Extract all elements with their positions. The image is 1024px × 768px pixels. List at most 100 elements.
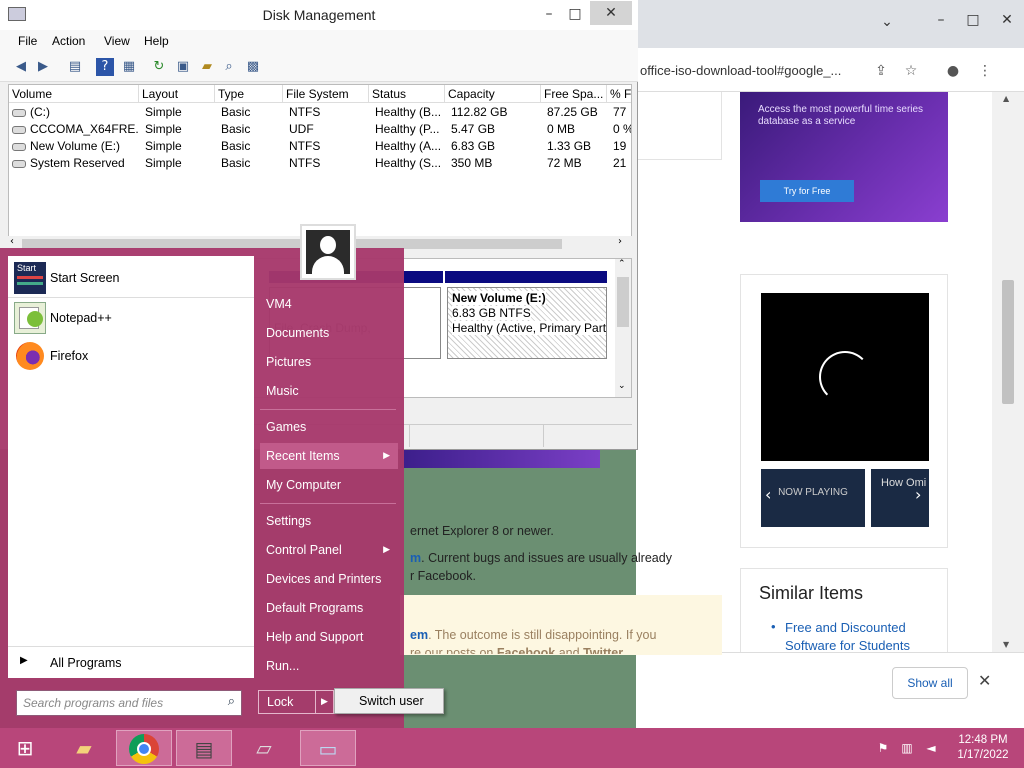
maximize-button[interactable]: □ — [560, 2, 590, 26]
network-icon[interactable]: ▥ — [898, 739, 916, 757]
action-pane-icon[interactable]: ▦ — [120, 58, 138, 76]
profile-icon[interactable]: ● — [942, 60, 964, 82]
start-item-start-screen[interactable]: Start Start Screen — [8, 260, 244, 296]
help-icon[interactable]: ? — [96, 58, 114, 76]
vertical-scrollbar[interactable]: ⌃ ⌄ — [615, 259, 631, 397]
share-icon[interactable]: ⇪ — [870, 60, 892, 82]
video-thumbnail[interactable]: How Omi › — [871, 469, 929, 527]
start-item-label: Firefox — [50, 349, 89, 363]
menu-kebab-icon[interactable]: ⋮ — [974, 60, 996, 82]
settings-icon[interactable]: ▩ — [244, 58, 262, 76]
start-link-user[interactable]: VM4 — [260, 291, 398, 317]
start-link-default-programs[interactable]: Default Programs — [260, 595, 398, 621]
close-button[interactable]: ✕ — [590, 1, 632, 25]
column-header[interactable]: Type — [215, 85, 283, 103]
column-header[interactable]: Layout — [139, 85, 215, 103]
article-link[interactable]: m — [410, 551, 421, 565]
address-bar[interactable]: office-iso-download-tool#google_... ⇪ ☆ … — [636, 48, 1024, 92]
taskbar-disk-management[interactable]: ▤ — [176, 730, 232, 766]
article-text: r Facebook. — [410, 569, 477, 583]
notice-text-span: and — [558, 646, 580, 654]
column-header[interactable]: % F — [607, 85, 631, 103]
close-download-bar-icon[interactable]: ✕ — [978, 671, 991, 690]
start-search-input[interactable]: Search programs and files ⌕ — [16, 690, 242, 716]
taskbar-window[interactable]: ▭ — [300, 730, 356, 766]
cell: 350 MB — [451, 156, 493, 170]
start-link-help-support[interactable]: Help and Support — [260, 624, 398, 650]
column-header[interactable]: Volume — [9, 85, 139, 103]
maximize-button[interactable]: □ — [958, 8, 988, 32]
start-link-games[interactable]: Games — [260, 414, 398, 440]
all-programs-button[interactable]: ▶ All Programs — [8, 646, 254, 676]
scroll-down-icon[interactable]: ⌄ — [618, 381, 626, 391]
start-button[interactable]: ⊞ — [2, 730, 48, 766]
refresh-icon[interactable]: ↻ — [150, 58, 168, 76]
minimize-button[interactable]: – — [926, 8, 956, 32]
start-link-music[interactable]: Music — [260, 378, 398, 404]
start-link-settings[interactable]: Settings — [260, 508, 398, 534]
start-link-devices-printers[interactable]: Devices and Printers — [260, 566, 398, 592]
video-player[interactable] — [761, 293, 929, 461]
column-header[interactable]: Free Spa... — [541, 85, 607, 103]
carousel-prev-icon[interactable]: ‹ — [765, 485, 771, 504]
similar-item-link[interactable]: Free and Discounted Software for Student… — [785, 619, 935, 652]
start-link-my-computer[interactable]: My Computer — [260, 472, 398, 498]
video-thumbnail[interactable]: NOW PLAYING ‹ — [761, 469, 865, 527]
action-center-flag-icon[interactable]: ⚑ — [874, 739, 892, 757]
notice-link[interactable]: Twitter — [583, 646, 623, 654]
menu-help[interactable]: Help — [144, 34, 169, 48]
show-all-button[interactable]: Show all — [892, 667, 968, 699]
scroll-up-icon[interactable]: ⌃ — [618, 259, 626, 269]
column-header[interactable]: File System — [283, 85, 369, 103]
start-link-recent-items[interactable]: Recent Items ▶ — [260, 443, 398, 469]
cell: Basic — [221, 156, 251, 170]
start-link-control-panel[interactable]: Control Panel ▶ — [260, 537, 398, 563]
ad-try-button[interactable]: Try for Free — [760, 180, 854, 202]
scroll-left-icon[interactable]: ‹ — [10, 236, 14, 247]
search-disk-icon[interactable]: ⌕ — [220, 58, 238, 76]
notice-link[interactable]: Facebook — [497, 646, 555, 654]
menu-action[interactable]: Action — [52, 34, 85, 48]
ad-banner[interactable]: Access the most powerful time series dat… — [740, 92, 948, 222]
open-folder-icon[interactable]: ▰ — [198, 58, 216, 76]
console-tree-icon[interactable]: ▤ — [66, 58, 84, 76]
scroll-down-icon[interactable]: ▼ — [1003, 640, 1009, 649]
notice-link[interactable]: em — [410, 628, 428, 642]
scroll-right-icon[interactable]: › — [618, 236, 622, 247]
power-options-arrow-icon[interactable]: ▶ — [316, 690, 334, 714]
volume-muted-icon[interactable]: ◄ — [922, 739, 940, 757]
url-text[interactable]: office-iso-download-tool#google_... — [640, 63, 864, 78]
switch-user-menu-item[interactable]: Switch user — [334, 688, 444, 714]
column-header[interactable]: Capacity — [445, 85, 541, 103]
system-clock[interactable]: 12:48 PM 1/17/2022 — [950, 733, 1016, 763]
partition-new-volume[interactable]: New Volume (E:) 6.83 GB NTFS Healthy (Ac… — [447, 287, 607, 359]
bookmark-star-icon[interactable]: ☆ — [900, 60, 922, 82]
scrollbar-thumb[interactable] — [1002, 280, 1014, 404]
close-button[interactable]: ✕ — [992, 8, 1022, 32]
loading-spinner-icon — [819, 351, 871, 403]
back-arrow-icon[interactable]: ◀ — [12, 58, 30, 76]
forward-arrow-icon[interactable]: ▶ — [34, 58, 52, 76]
taskbar-chrome[interactable] — [116, 730, 172, 766]
tab-list-chevron-icon[interactable]: ⌄ — [872, 10, 902, 34]
search-icon[interactable]: ⌕ — [228, 694, 235, 709]
start-item-notepadpp[interactable]: Notepad++ — [8, 300, 244, 336]
carousel-next-icon[interactable]: › — [915, 485, 921, 504]
start-link-pictures[interactable]: Pictures — [260, 349, 398, 375]
user-avatar[interactable] — [300, 224, 356, 280]
properties-icon[interactable]: ▣ — [174, 58, 192, 76]
scrollbar-thumb[interactable] — [617, 277, 629, 327]
menu-view[interactable]: View — [104, 34, 130, 48]
column-header[interactable]: Status — [369, 85, 445, 103]
drive-tool-icon: ▱ — [256, 736, 272, 760]
start-link-documents[interactable]: Documents — [260, 320, 398, 346]
vertical-scrollbar[interactable]: ▲ ▼ — [992, 92, 1024, 652]
start-item-firefox[interactable]: Firefox — [8, 338, 244, 374]
taskbar-file-explorer[interactable]: ▰ — [56, 730, 112, 766]
start-link-run[interactable]: Run... — [260, 653, 398, 679]
menu-file[interactable]: File — [18, 34, 37, 48]
lock-button[interactable]: Lock — [258, 690, 316, 714]
taskbar-app[interactable]: ▱ — [236, 730, 292, 766]
content-card — [636, 92, 722, 160]
scroll-up-icon[interactable]: ▲ — [1003, 94, 1009, 103]
